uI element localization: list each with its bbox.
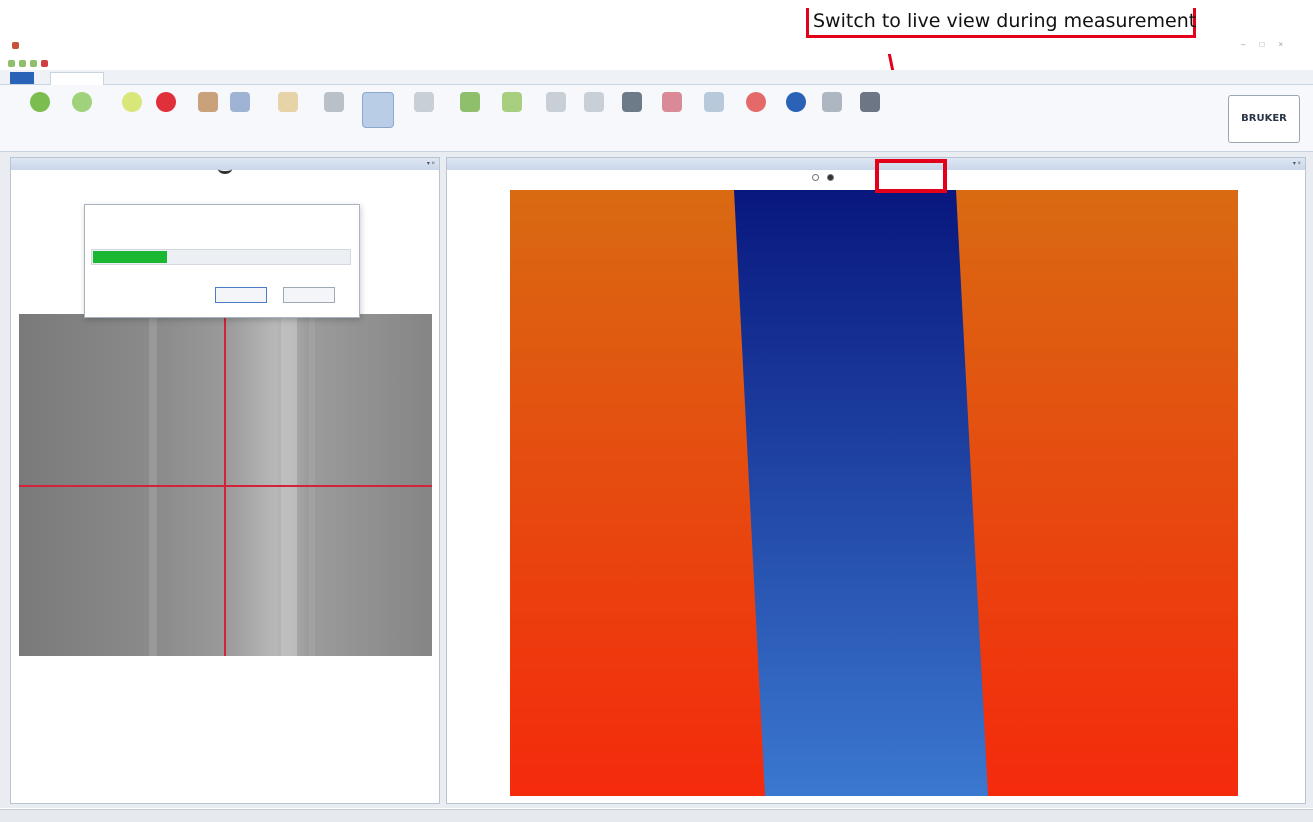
app-icon [12, 42, 19, 49]
undo-icon[interactable] [19, 59, 26, 67]
start-icon [30, 92, 50, 112]
progress-bar [91, 249, 351, 265]
ribbon-button[interactable] [812, 92, 852, 112]
tab-analysis[interactable] [104, 72, 150, 84]
logo-text: BRUKER [1241, 113, 1287, 124]
filter-icon [414, 92, 434, 112]
option-image-display[interactable] [812, 174, 821, 181]
print-icon [860, 92, 880, 112]
ribbon-button[interactable] [146, 92, 186, 112]
acquisition-progress-dialog [84, 204, 360, 318]
grid-icon [460, 92, 480, 112]
grid-icon [502, 92, 522, 112]
ribbon-button[interactable] [736, 92, 776, 112]
scan-icon [546, 92, 566, 112]
title-bar [0, 38, 1313, 54]
tools-icon [198, 92, 218, 112]
pause-icon [122, 92, 142, 112]
ribbon-button[interactable] [20, 92, 60, 112]
pattern-icon [622, 92, 642, 112]
live-view-image [510, 190, 1238, 796]
stop-icon[interactable] [41, 59, 48, 67]
live-view-highlight [875, 159, 947, 193]
measurement-icon [72, 92, 92, 112]
ribbon-button[interactable] [450, 92, 490, 112]
tab-measurement[interactable] [50, 72, 104, 85]
pin-icon[interactable]: ▾ × [1293, 158, 1301, 170]
live-view-icon [362, 92, 394, 128]
ribbon-button[interactable] [404, 92, 444, 112]
ribbon-button[interactable] [358, 92, 398, 128]
pause-button[interactable] [215, 287, 267, 303]
reset-icon [746, 92, 766, 112]
ribbon-button[interactable] [268, 92, 308, 112]
xray-camera-image [19, 314, 432, 656]
redo-icon[interactable] [30, 59, 37, 67]
annotation-callout: Switch to live view during measurement [806, 8, 1196, 38]
radio-icon[interactable] [827, 174, 834, 181]
ribbon-button[interactable] [574, 92, 614, 112]
help-icon [786, 92, 806, 112]
stop-icon [156, 92, 176, 112]
ribbon-button[interactable] [776, 92, 816, 112]
pin-icon[interactable]: ▾ × [427, 158, 435, 170]
eye-icon[interactable] [218, 164, 232, 174]
windows-icon [704, 92, 724, 112]
alignment-icon [278, 92, 298, 112]
bruker-logo: BRUKER [1228, 95, 1300, 143]
ribbon-button[interactable] [314, 92, 354, 112]
ribbon-button[interactable] [694, 92, 734, 112]
tools-icon [230, 92, 250, 112]
ribbon-button[interactable] [536, 92, 576, 112]
radio-icon[interactable] [812, 174, 819, 181]
save-icon[interactable] [8, 59, 15, 67]
window-controls[interactable]: –□× [1241, 40, 1297, 49]
pattern-icon [662, 92, 682, 112]
ribbon-button[interactable] [612, 92, 652, 112]
annotation-text: Switch to live view during measurement [813, 10, 1197, 32]
quick-access-toolbar [8, 57, 48, 69]
ribbon-button[interactable] [850, 92, 890, 112]
gear-icon [324, 92, 344, 112]
tab-preferences[interactable] [150, 72, 202, 84]
ribbon-button[interactable] [652, 92, 692, 112]
progress-fill [93, 251, 168, 263]
ribbon-group-label [62, 140, 63, 146]
ribbon-button[interactable] [220, 92, 260, 112]
cancel-button[interactable] [283, 287, 335, 303]
status-bar [0, 809, 1313, 822]
view-options [812, 174, 836, 181]
ribbon-button[interactable] [62, 92, 102, 112]
option-live-view[interactable] [827, 174, 836, 181]
ribbon-button[interactable] [492, 92, 532, 112]
search-icon [822, 92, 842, 112]
scan-icon [584, 92, 604, 112]
file-tab[interactable] [10, 72, 34, 84]
